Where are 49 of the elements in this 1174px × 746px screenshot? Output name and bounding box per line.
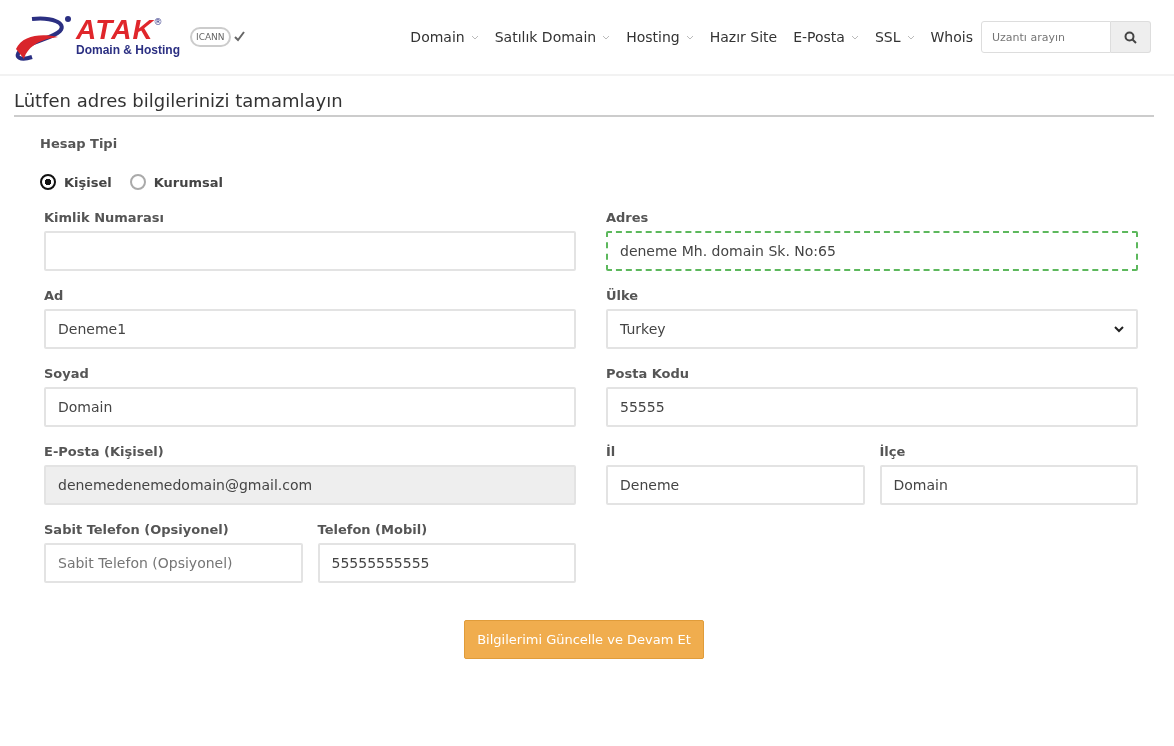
select-value: Turkey — [620, 321, 666, 337]
checkmark-icon — [232, 31, 245, 43]
search-field[interactable]: Uzantı arayın — [981, 21, 1111, 53]
input-field[interactable]: Domain — [44, 387, 576, 427]
field-label: Ad — [44, 288, 65, 303]
search-button[interactable] — [1111, 21, 1151, 53]
field-label: Telefon (Mobil) — [317, 522, 429, 537]
field-label: Adres — [606, 210, 650, 225]
input-field[interactable]: Deneme — [606, 465, 865, 505]
seal-badge: ICANN — [190, 27, 231, 47]
chevron-down-icon — [906, 34, 915, 40]
input-field[interactable]: 55555555555 — [317, 543, 576, 583]
radio-button[interactable] — [40, 174, 56, 190]
field-label: İlçe — [879, 444, 907, 459]
input-field[interactable]: Sabit Telefon (Opsiyonel) — [44, 543, 303, 583]
field-label: E-Posta (Kişisel) — [44, 444, 165, 459]
nav-link[interactable]: Satılık Domain — [494, 29, 611, 45]
input-field[interactable]: Domain — [879, 465, 1138, 505]
nav-link[interactable]: Whois — [930, 29, 973, 45]
nav-link[interactable]: SSL — [874, 29, 915, 45]
field-label: Soyad — [44, 366, 90, 381]
page-title: Lütfen adres bilgilerinizi tamamlayın — [14, 90, 1154, 117]
nav-link[interactable]: Domain — [410, 29, 479, 45]
field-label: Sabit Telefon (Opsiyonel) — [44, 522, 230, 537]
logo-tagline: Domain & Hosting — [76, 43, 180, 57]
chevron-down-icon — [470, 34, 479, 40]
nav-link[interactable]: Hazır Site — [709, 29, 778, 45]
chevron-down-icon — [1114, 325, 1124, 333]
search-icon — [1124, 30, 1137, 44]
field-label: Ülke — [606, 288, 640, 303]
radio-label[interactable]: Kurumsal — [153, 174, 223, 190]
radio-button[interactable] — [129, 174, 146, 190]
chevron-down-icon — [602, 34, 611, 40]
field-label: Posta Kodu — [606, 366, 691, 381]
radio-label[interactable]: Kişisel — [64, 174, 112, 190]
logo-wordmark: ATAK — [76, 17, 154, 43]
registered-mark: ® — [153, 17, 163, 27]
chevron-down-icon — [685, 34, 694, 40]
chevron-down-icon — [850, 34, 859, 40]
nav-link[interactable]: Hosting — [626, 29, 694, 45]
country-select[interactable]: Turkey — [606, 309, 1138, 349]
input-field[interactable]: Deneme1 — [44, 309, 576, 349]
nav-link[interactable]: E-Posta — [793, 29, 859, 45]
input-field[interactable] — [44, 231, 576, 271]
field-label: Kimlik Numarası — [44, 210, 165, 225]
field-label: Hesap Tipi — [40, 136, 118, 151]
field-label: İl — [606, 444, 617, 459]
input-field[interactable]: 55555 — [606, 387, 1138, 427]
input-field[interactable]: deneme Mh. domain Sk. No:65 — [606, 231, 1138, 271]
